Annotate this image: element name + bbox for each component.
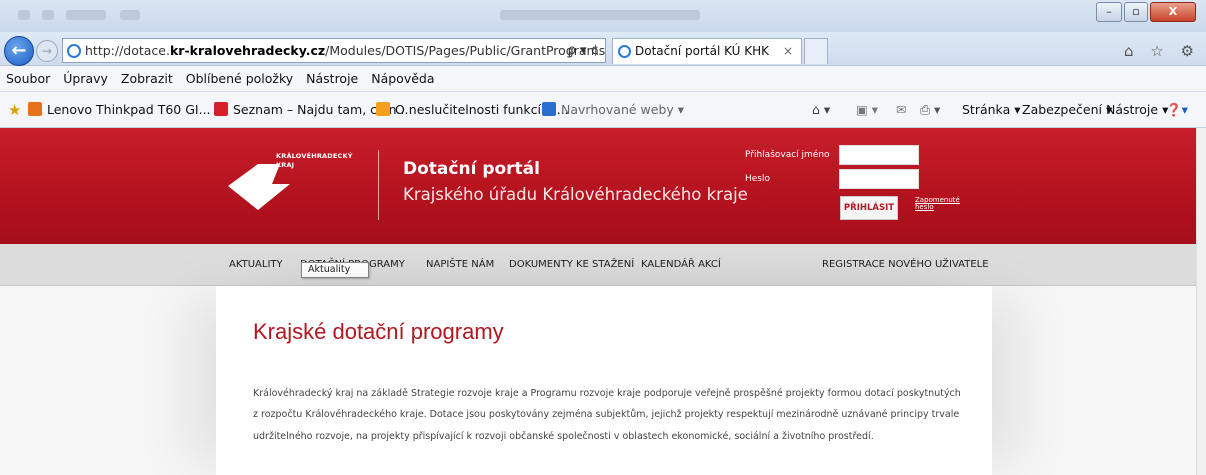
favorites-star-icon[interactable]: ★ — [8, 92, 21, 128]
toolbar-right-icons[interactable]: ⌂ ☆ ⚙ — [1124, 42, 1200, 60]
command-zabezpeceni[interactable]: Zabezpečení ▾ — [1022, 92, 1112, 128]
favorite-link-lenovo[interactable]: Lenovo Thinkpad T60 GI... — [28, 92, 211, 128]
quick-access-icon[interactable] — [66, 10, 106, 20]
ie-page-icon — [67, 44, 81, 58]
quick-access-icon[interactable] — [120, 10, 140, 20]
window-title-bar: – ▫ X — [0, 0, 1206, 32]
new-tab-button[interactable] — [804, 38, 828, 64]
tab-close-icon[interactable]: × — [783, 39, 793, 64]
favorite-label: Lenovo Thinkpad T60 GI... — [47, 102, 211, 117]
forward-button[interactable]: → — [36, 40, 58, 62]
login-button[interactable]: PŘIHLÁSIT — [840, 196, 898, 220]
tooltip: Aktuality — [301, 262, 369, 278]
address-domain: kr-kralovehradecky.cz — [169, 43, 326, 58]
page-scrollbar[interactable] — [1196, 128, 1206, 475]
favorite-link-navrhovane[interactable]: Navrhované weby ▾ — [542, 92, 684, 128]
address-path: /Modules/DOTIS/Pages/Public/GrantProgram… — [325, 43, 606, 58]
nav-aktuality[interactable]: AKTUALITY — [229, 244, 283, 286]
portal-title: Dotační portál — [403, 159, 540, 179]
quick-access-icon[interactable] — [42, 10, 54, 20]
window-title-blurred — [500, 10, 700, 20]
page-heading: Krajské dotační programy — [253, 319, 504, 344]
password-label: Heslo — [745, 174, 771, 184]
site-nav: AKTUALITY DOTAČNÍ PROGRAMY NAPIŠTE NÁM D… — [0, 244, 1196, 286]
forgot-password-link[interactable]: Zapomenuté heslo — [915, 197, 960, 211]
region-logo[interactable] — [228, 164, 308, 212]
nav-kalendar[interactable]: KALENDÁŘ AKCÍ — [641, 244, 721, 286]
login-input[interactable] — [839, 145, 919, 165]
command-stranka[interactable]: Stránka ▾ — [962, 92, 1020, 128]
menu-item-oblibene[interactable]: Oblíbené položky — [186, 71, 293, 86]
menu-item-napoveda[interactable]: Nápověda — [371, 71, 434, 86]
menu-item-nastroje[interactable]: Nástroje — [306, 71, 358, 86]
lenovo-icon — [28, 102, 42, 116]
favorite-link-neslucitelnost[interactable]: O neslučitelnosti funkcí a ... — [376, 92, 569, 128]
header-divider — [378, 150, 379, 220]
mail-icon[interactable]: ✉ — [896, 92, 906, 128]
help-icon[interactable]: ❓▾ — [1166, 92, 1188, 128]
nav-napiste-nam[interactable]: NAPIŠTE NÁM — [426, 244, 494, 286]
nav-dokumenty[interactable]: DOKUMENTY KE STAŽENÍ — [509, 244, 634, 286]
close-window-button[interactable]: X — [1150, 2, 1196, 22]
seznam-icon — [214, 102, 228, 116]
nav-registrace[interactable]: REGISTRACE NOVÉHO UŽIVATELE — [822, 244, 989, 286]
home-icon[interactable]: ⌂ ▾ — [812, 92, 830, 128]
intro-line-3: udržitelného rozvoje, na projekty přispí… — [253, 431, 874, 442]
password-input[interactable] — [839, 169, 919, 189]
feeds-icon[interactable]: ▣ ▾ — [856, 92, 878, 128]
portal-subtitle: Krajského úřadu Královéhradeckého kraje — [403, 185, 748, 204]
print-icon[interactable]: ⎙ ▾ — [920, 92, 940, 128]
menu-item-soubor[interactable]: Soubor — [6, 71, 50, 86]
tab-title: Dotační portál KÚ KHK — [635, 44, 769, 58]
back-button[interactable]: ← — [4, 36, 34, 66]
ie-tab-icon — [618, 45, 631, 58]
suggested-sites-icon — [542, 102, 556, 116]
favorite-label: Navrhované weby ▾ — [561, 102, 685, 117]
menu-item-upravy[interactable]: Úpravy — [63, 71, 108, 86]
page-icon — [376, 102, 390, 116]
tab-dotacni-portal[interactable]: Dotační portál KÚ KHK × — [612, 38, 802, 64]
minimize-button[interactable]: – — [1096, 2, 1122, 22]
favorites-bar: ★ Lenovo Thinkpad T60 GI... Seznam – Naj… — [0, 92, 1206, 128]
menu-bar: Soubor Úpravy Zobrazit Oblíbené položky … — [0, 66, 1206, 92]
address-bar[interactable]: http://dotace.kr-kralovehradecky.cz/Modu… — [62, 38, 606, 63]
address-controls[interactable]: ρ ▾ ¢ — [568, 39, 599, 62]
maximize-button[interactable]: ▫ — [1124, 2, 1148, 22]
address-prefix: http://dotace. — [85, 43, 170, 58]
quick-access-icon[interactable] — [18, 10, 30, 20]
login-label: Přihlašovací jméno — [745, 150, 830, 160]
command-nastroje[interactable]: Nástroje ▾ — [1106, 92, 1168, 128]
menu-item-zobrazit[interactable]: Zobrazit — [121, 71, 173, 86]
